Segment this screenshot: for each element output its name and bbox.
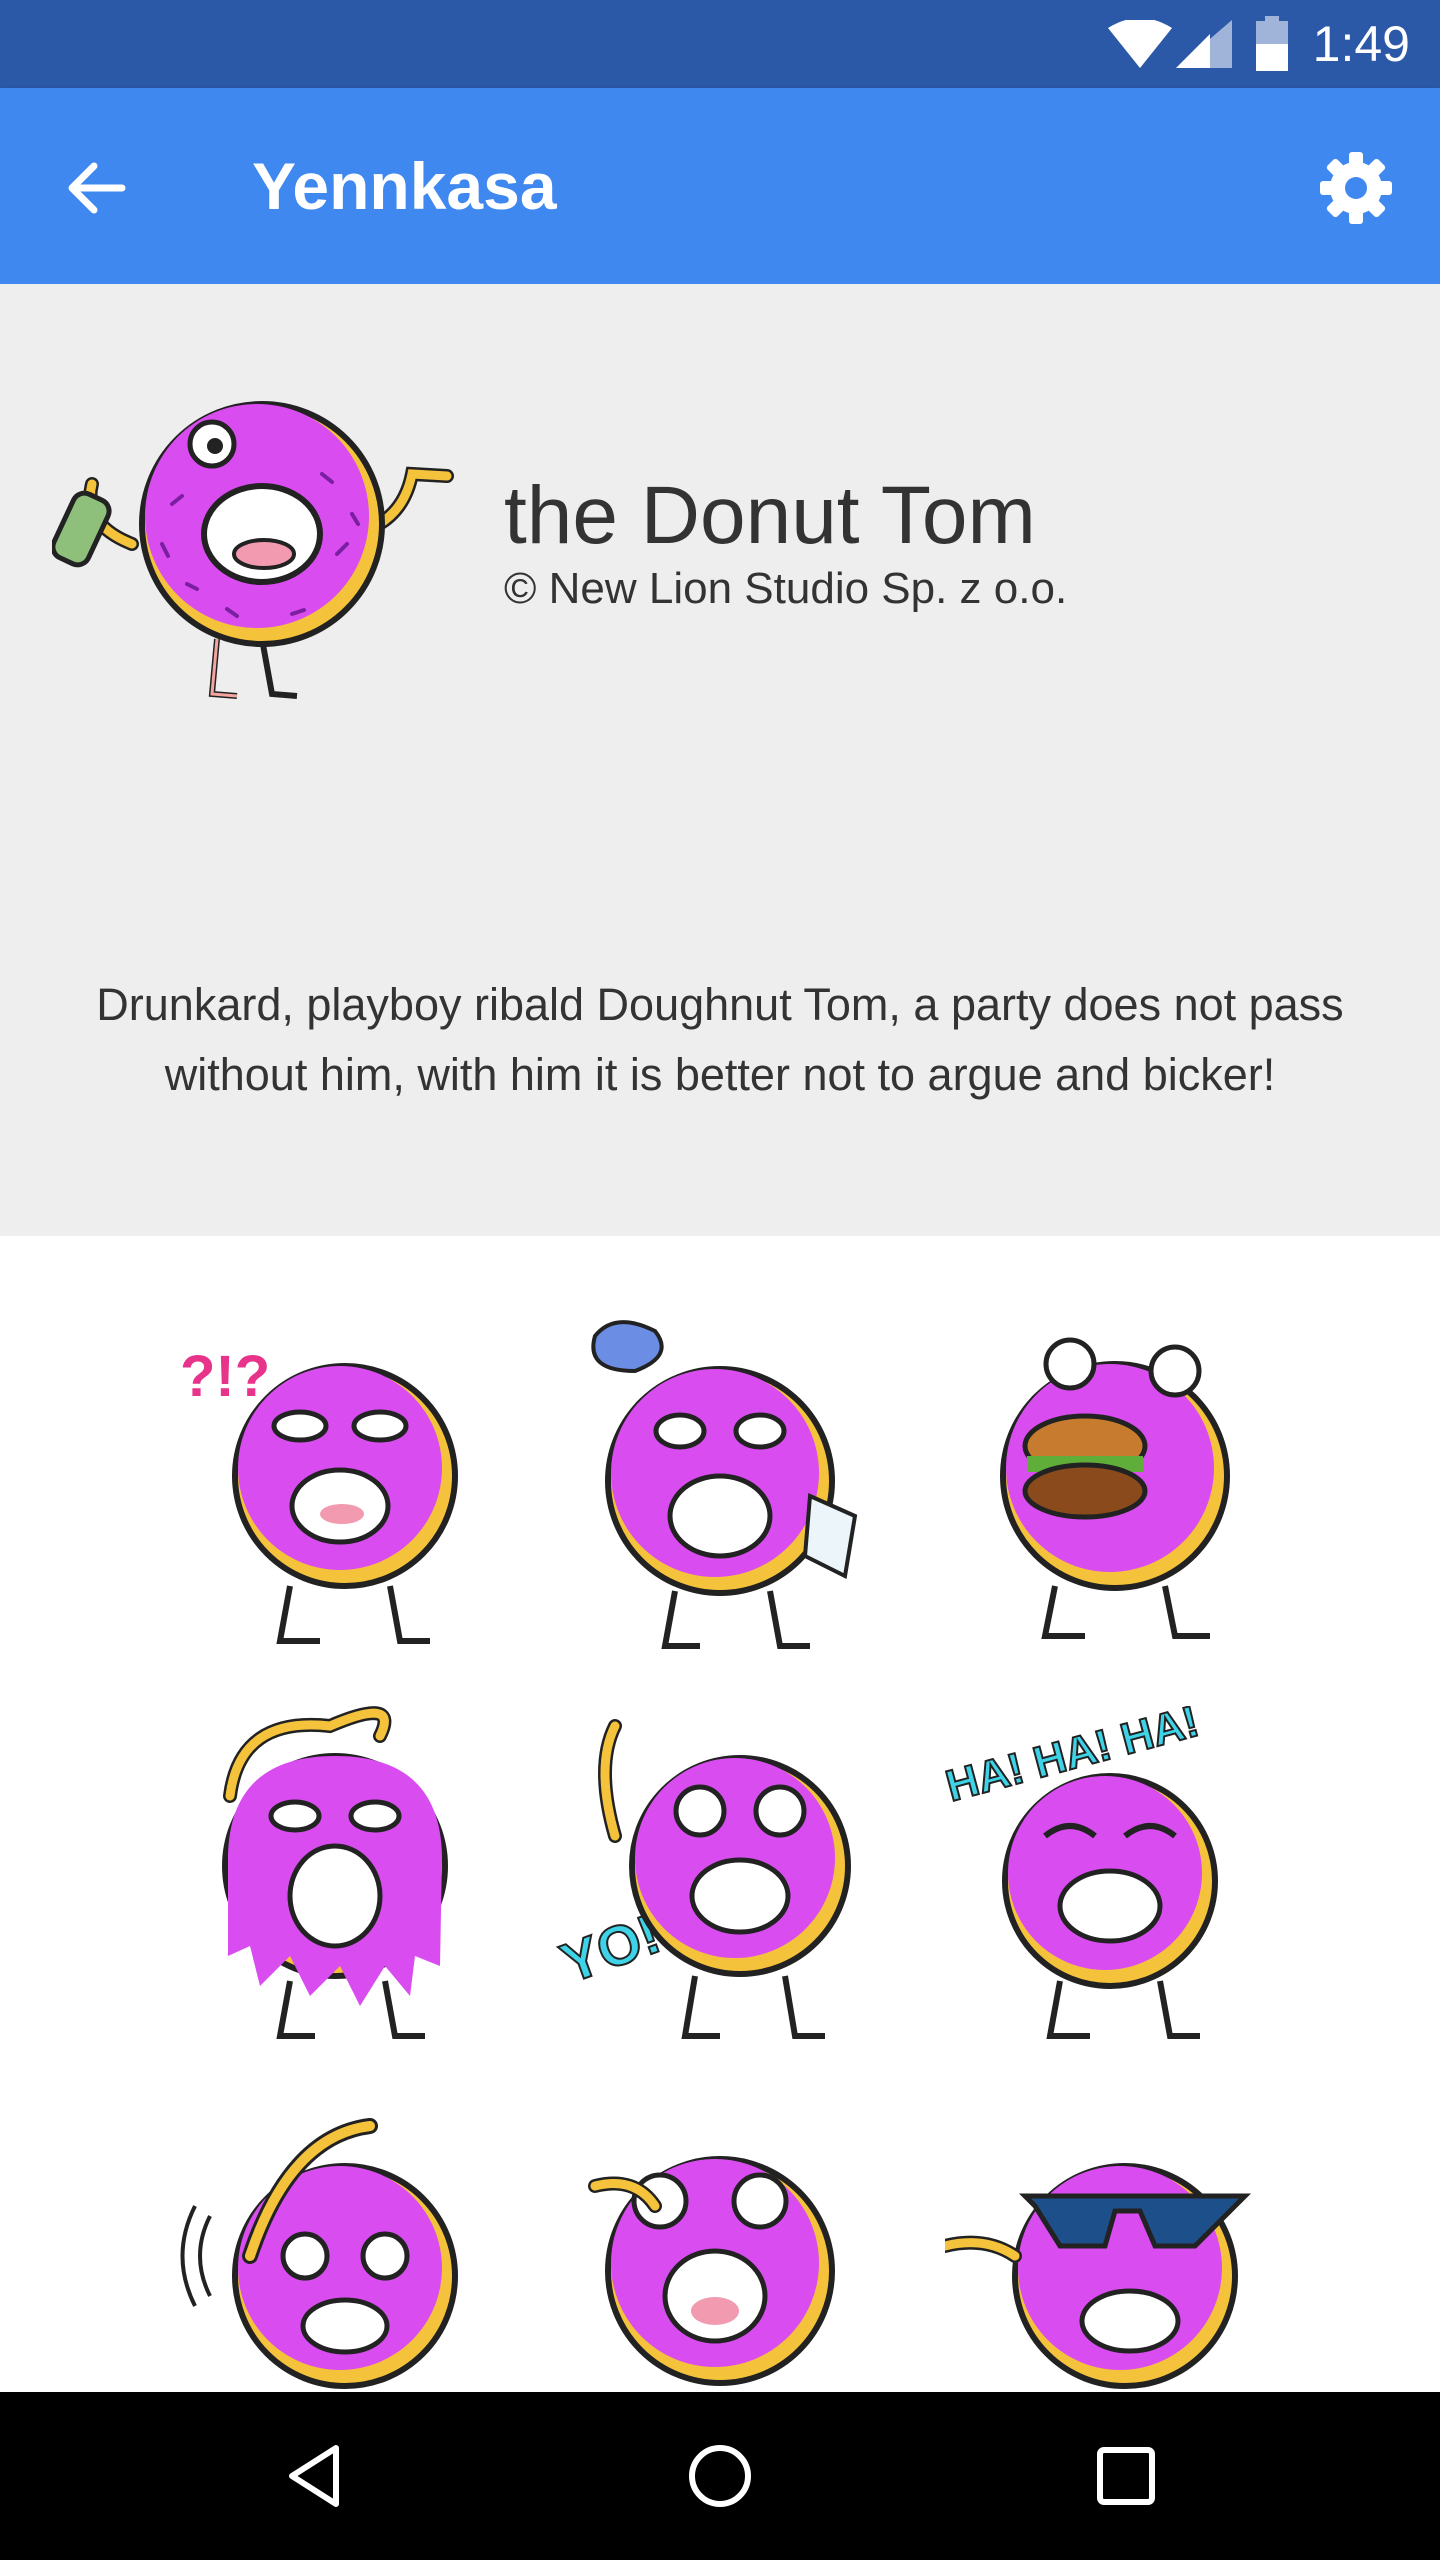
battery-icon [1256, 16, 1288, 71]
sticker-laughing[interactable]: HA! HA! HA! [945, 1706, 1275, 2056]
sticker-sweating[interactable] [555, 1316, 885, 1666]
pack-header: the Donut Tom © New Lion Studio Sp. z o.… [0, 284, 1440, 1236]
pack-author: © New Lion Studio Sp. z o.o. [504, 564, 1068, 613]
nav-recents-icon[interactable] [1086, 2436, 1166, 2516]
signal-icon [1176, 20, 1232, 68]
sticker-confused[interactable]: ?!? [170, 1316, 500, 1666]
status-bar: 1:49 [0, 0, 1440, 88]
app-bar: Yennkasa [0, 88, 1440, 284]
app-title: Yennkasa [252, 149, 557, 223]
settings-gear-icon[interactable] [1316, 148, 1396, 228]
wifi-icon [1108, 20, 1172, 68]
sticker-burger[interactable] [945, 1316, 1275, 1666]
pack-description: Drunkard, playboy ribald Doughnut Tom, a… [96, 979, 1344, 1100]
sticker-caption: ?!? [180, 1344, 270, 1409]
pack-title: the Donut Tom [504, 470, 1036, 561]
sticker-grid: ?!? YO! HI! [0, 1236, 1440, 2392]
sticker-sunglasses[interactable] [945, 2096, 1275, 2392]
nav-home-icon[interactable] [680, 2436, 760, 2516]
status-time: 1:49 [1312, 16, 1410, 72]
sticker-melting[interactable] [170, 1706, 500, 2056]
sticker-yo-hi[interactable]: YO! HI! [555, 1706, 885, 2056]
navigation-bar [0, 2392, 1440, 2560]
nav-back-icon[interactable] [276, 2436, 356, 2516]
sticker-facepalm[interactable] [170, 2096, 500, 2392]
back-arrow-icon[interactable] [60, 152, 132, 224]
sticker-crying[interactable] [555, 2096, 885, 2392]
donut-tom-pack-icon [52, 401, 454, 699]
